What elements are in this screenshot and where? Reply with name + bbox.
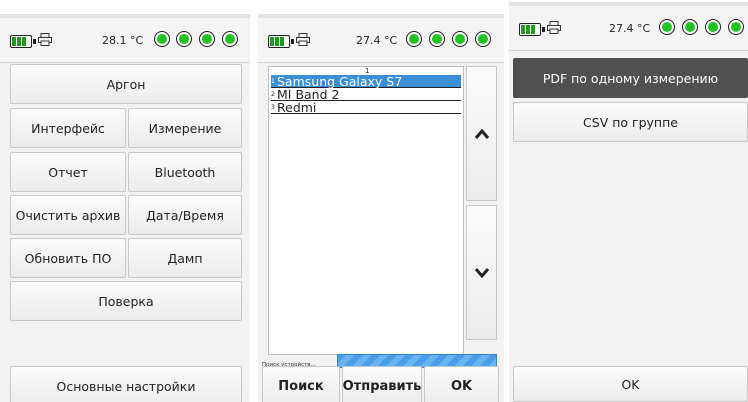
chevron-up-icon xyxy=(474,128,489,139)
temperature-readout: 27.4 °C xyxy=(609,22,651,35)
battery-icon xyxy=(10,35,36,48)
csv-group-button[interactable]: CSV по группе xyxy=(513,102,748,142)
main-menu-panel: 28.1 °C Аргон Интерфейс Измерение Отчет … xyxy=(0,14,250,402)
clear-archive-button[interactable]: Очистить архив xyxy=(10,195,126,235)
status-led-icon xyxy=(452,31,468,47)
printer-icon xyxy=(547,21,561,34)
scroll-down-button[interactable] xyxy=(466,205,497,340)
ok-button[interactable]: OK xyxy=(424,366,499,402)
argon-button[interactable]: Аргон xyxy=(10,64,242,104)
list-item[interactable]: 3 Redmi xyxy=(271,101,461,114)
scroll-up-button[interactable] xyxy=(466,66,497,201)
status-led-icon xyxy=(154,31,170,47)
status-led-icon xyxy=(222,31,238,47)
status-led-icon xyxy=(682,19,698,35)
datetime-button[interactable]: Дата/Время xyxy=(128,195,242,235)
status-led-icon xyxy=(429,31,445,47)
temperature-readout: 27.4 °C xyxy=(356,34,398,47)
search-button[interactable]: Поиск xyxy=(262,366,340,402)
device-list[interactable]: 1 1 Samsung Galaxy S7 2 MI Band 2 3 Redmi xyxy=(268,66,464,355)
battery-icon xyxy=(519,23,545,36)
main-settings-button[interactable]: Основные настройки xyxy=(10,366,242,402)
status-led-icon xyxy=(705,19,721,35)
send-button[interactable]: Отправить xyxy=(342,366,422,402)
status-bar: 28.1 °C xyxy=(0,14,250,63)
status-led-icon xyxy=(199,31,215,47)
bluetooth-button[interactable]: Bluetooth xyxy=(128,152,242,192)
verification-button[interactable]: Поверка xyxy=(10,281,242,321)
status-bar: 27.4 °C xyxy=(509,2,748,51)
status-led-icon xyxy=(728,19,744,35)
ok-button[interactable]: OK xyxy=(513,366,748,402)
interface-button[interactable]: Интерфейс xyxy=(10,108,126,148)
status-led-icon xyxy=(659,19,675,35)
status-led-icon xyxy=(176,31,192,47)
dump-button[interactable]: Дамп xyxy=(128,238,242,278)
status-led-icon xyxy=(475,31,491,47)
chevron-down-icon xyxy=(474,267,489,278)
battery-icon xyxy=(268,35,294,48)
printer-icon xyxy=(38,33,52,46)
export-panel: 27.4 °C PDF по одному измерению CSV по г… xyxy=(509,2,748,402)
bluetooth-panel: 27.4 °C 1 1 Samsung Galaxy S7 2 MI Band 2 … xyxy=(258,14,504,402)
status-led-icon xyxy=(406,31,422,47)
status-bar: 27.4 °C xyxy=(258,14,504,63)
pdf-single-measurement-button[interactable]: PDF по одному измерению xyxy=(513,58,748,98)
report-button[interactable]: Отчет xyxy=(10,152,126,192)
printer-icon xyxy=(296,33,310,46)
temperature-readout: 28.1 °C xyxy=(102,34,144,47)
measurement-button[interactable]: Измерение xyxy=(128,108,242,148)
update-firmware-button[interactable]: Обновить ПО xyxy=(10,238,126,278)
